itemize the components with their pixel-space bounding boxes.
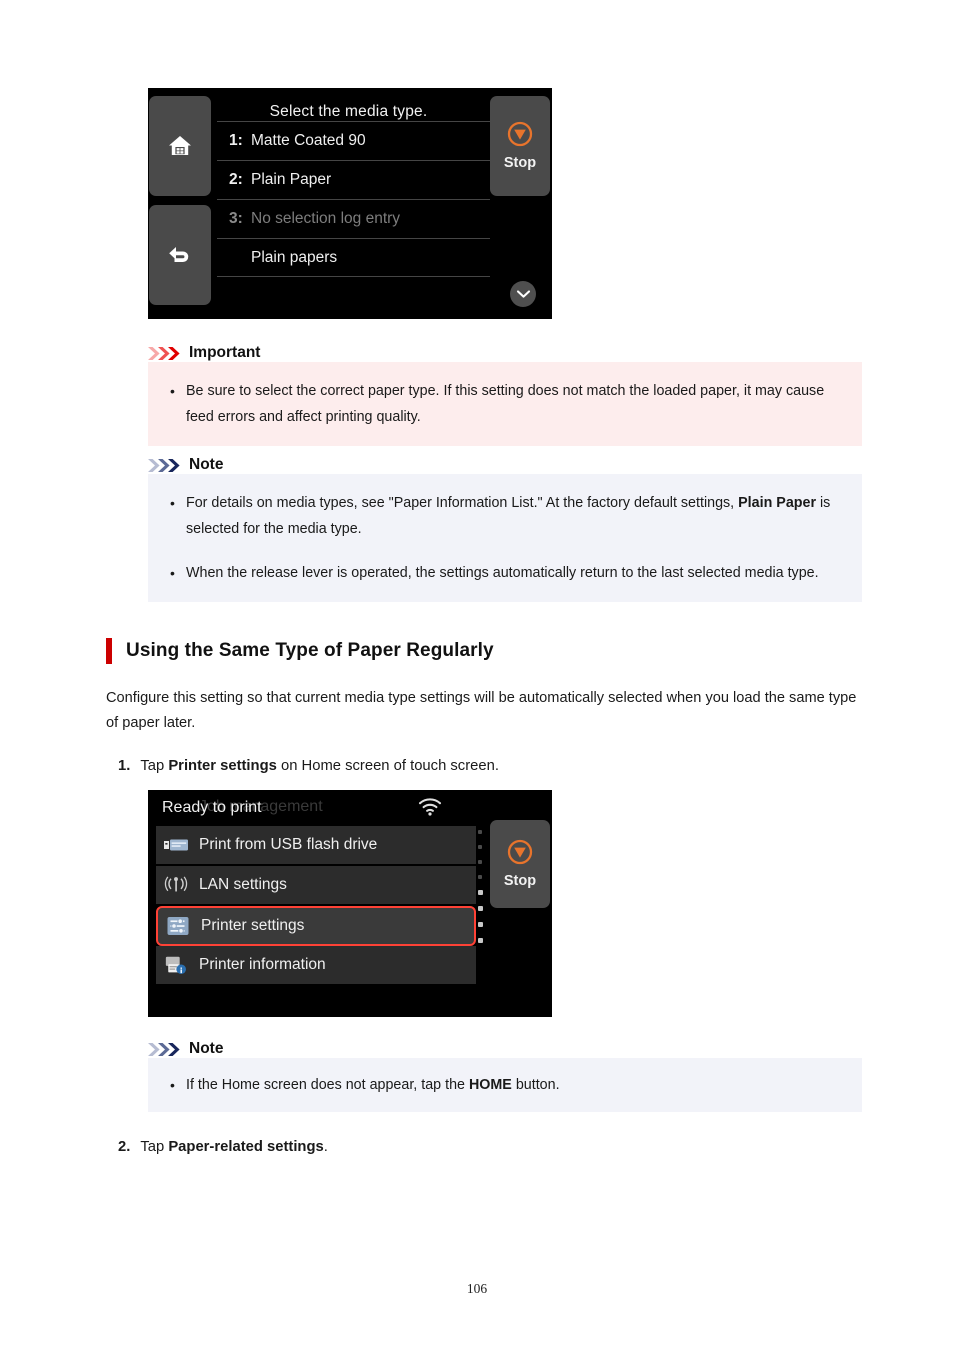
step-text-pre: Tap bbox=[140, 1139, 169, 1155]
scroll-dot bbox=[478, 845, 482, 849]
note-label: Note bbox=[189, 1040, 224, 1057]
step-text-bold: Paper-related settings bbox=[168, 1139, 324, 1155]
home-icon bbox=[167, 134, 193, 158]
important-label: Important bbox=[189, 344, 261, 361]
screen2-status: Ready to print bbox=[162, 799, 262, 816]
printer-screen-home-menu: Job management Ready to print Print from… bbox=[148, 790, 552, 1017]
note-bullet-post: button. bbox=[511, 1077, 560, 1093]
important-bullet: Be sure to select the correct paper type… bbox=[148, 378, 862, 430]
scroll-dot-active bbox=[478, 890, 483, 895]
menu-item-label: LAN settings bbox=[199, 876, 287, 893]
stop-button-label: Stop bbox=[503, 155, 537, 171]
stop-button[interactable]: Stop bbox=[490, 820, 550, 908]
lan-antenna-icon bbox=[164, 874, 188, 896]
scroll-dot bbox=[478, 830, 482, 834]
row-label: Plain Paper bbox=[251, 171, 332, 188]
step-number: 2. bbox=[118, 1139, 131, 1155]
printer-screen-media-type: Select the media type. 1: Matte Coated 9… bbox=[148, 88, 552, 319]
wifi-icon bbox=[418, 798, 442, 821]
step-text-pre: Tap bbox=[140, 758, 169, 774]
menu-item-label: Printer settings bbox=[201, 917, 305, 934]
step-text-post: on Home screen of touch screen. bbox=[276, 758, 499, 774]
printer-information-icon bbox=[164, 954, 188, 976]
scroll-dot-active bbox=[478, 906, 483, 911]
scroll-dot-active bbox=[478, 938, 483, 943]
step-number: 1. bbox=[118, 758, 131, 774]
note-bullet-bold: HOME bbox=[468, 1077, 512, 1093]
step-text: Tap Printer settings on Home screen of t… bbox=[140, 755, 499, 777]
menu-item-label: Printer information bbox=[199, 956, 326, 973]
menu-item-print-from-usb[interactable]: Print from USB flash drive bbox=[156, 826, 476, 866]
document-page: Select the media type. 1: Matte Coated 9… bbox=[0, 0, 954, 1350]
important-header: Important bbox=[148, 344, 862, 362]
back-button[interactable] bbox=[149, 205, 211, 305]
step-2: 2. Tap Paper-related settings. bbox=[118, 1136, 328, 1158]
note-header: Note bbox=[148, 456, 862, 474]
screen1-side-buttons bbox=[149, 96, 211, 314]
section-paragraph: Configure this setting so that current m… bbox=[106, 690, 857, 731]
note-bullet-bold: Plain Paper bbox=[738, 495, 817, 511]
media-group-row[interactable]: Plain papers bbox=[217, 238, 490, 277]
scroll-dot bbox=[478, 875, 482, 879]
page-number: 106 bbox=[466, 1281, 488, 1296]
menu-item-label: Print from USB flash drive bbox=[199, 836, 378, 853]
section-block: Using the Same Type of Paper Regularly C… bbox=[0, 638, 868, 736]
note-bullet: When the release lever is operated, the … bbox=[148, 560, 862, 586]
section-heading: Using the Same Type of Paper Regularly bbox=[106, 638, 868, 664]
note-bullet-pre: For details on media types, see "Paper I… bbox=[186, 495, 739, 511]
media-type-row[interactable]: 2: Plain Paper bbox=[217, 160, 490, 199]
scroll-dot bbox=[478, 860, 482, 864]
note-header: Note bbox=[148, 1040, 862, 1058]
usb-flash-drive-icon bbox=[164, 834, 188, 856]
note-body: For details on media types, see "Paper I… bbox=[148, 474, 862, 602]
chevron-down-icon[interactable] bbox=[510, 281, 536, 307]
step-text-bold: Printer settings bbox=[168, 758, 277, 774]
row-index: 3: bbox=[229, 210, 243, 227]
note-bullet-pre: If the Home screen does not appear, tap … bbox=[186, 1077, 469, 1093]
note-bullet: If the Home screen does not appear, tap … bbox=[148, 1072, 862, 1098]
stop-button-label: Stop bbox=[503, 873, 537, 889]
note-label: Note bbox=[189, 456, 224, 473]
step-text-post: . bbox=[323, 1139, 328, 1155]
menu-item-printer-information[interactable]: Printer information bbox=[156, 946, 476, 986]
section-accent-bar bbox=[106, 638, 112, 664]
note-chevrons-icon bbox=[148, 458, 184, 473]
row-label: Matte Coated 90 bbox=[251, 132, 366, 149]
scroll-dot-active bbox=[478, 922, 483, 927]
media-type-row[interactable]: 1: Matte Coated 90 bbox=[217, 121, 490, 160]
row-index: 2: bbox=[229, 171, 243, 188]
note-body: If the Home screen does not appear, tap … bbox=[148, 1058, 862, 1112]
important-chevrons-icon bbox=[148, 346, 184, 361]
row-index: 1: bbox=[229, 132, 243, 149]
back-arrow-icon bbox=[167, 243, 193, 267]
row-label: Plain papers bbox=[251, 248, 338, 266]
row-label: No selection log entry bbox=[251, 210, 401, 227]
important-callout: Important Be sure to select the correct … bbox=[0, 344, 862, 446]
note-callout-2: Note If the Home screen does not appear,… bbox=[0, 1040, 862, 1112]
stop-button[interactable]: Stop bbox=[490, 96, 550, 196]
printer-settings-icon bbox=[166, 915, 190, 937]
media-type-row[interactable]: 3: No selection log entry bbox=[217, 199, 490, 238]
step-1: 1. Tap Printer settings on Home screen o… bbox=[118, 755, 499, 777]
note-bullet: For details on media types, see "Paper I… bbox=[148, 490, 862, 542]
step-text: Tap Paper-related settings. bbox=[140, 1136, 328, 1158]
menu-item-printer-settings[interactable]: Printer settings bbox=[156, 906, 476, 946]
stop-icon bbox=[507, 121, 533, 152]
note-chevrons-icon bbox=[148, 1042, 184, 1057]
stop-icon bbox=[507, 839, 533, 870]
important-body: Be sure to select the correct paper type… bbox=[148, 362, 862, 446]
page-title: Using the Same Type of Paper Regularly bbox=[126, 640, 494, 661]
note-callout-1: Note For details on media types, see "Pa… bbox=[0, 456, 862, 602]
home-button[interactable] bbox=[149, 96, 211, 196]
menu-item-lan-settings[interactable]: LAN settings bbox=[156, 866, 476, 906]
note-bullet-pre: When the release lever is operated, the … bbox=[186, 565, 819, 581]
scroll-indicator[interactable] bbox=[478, 830, 484, 943]
